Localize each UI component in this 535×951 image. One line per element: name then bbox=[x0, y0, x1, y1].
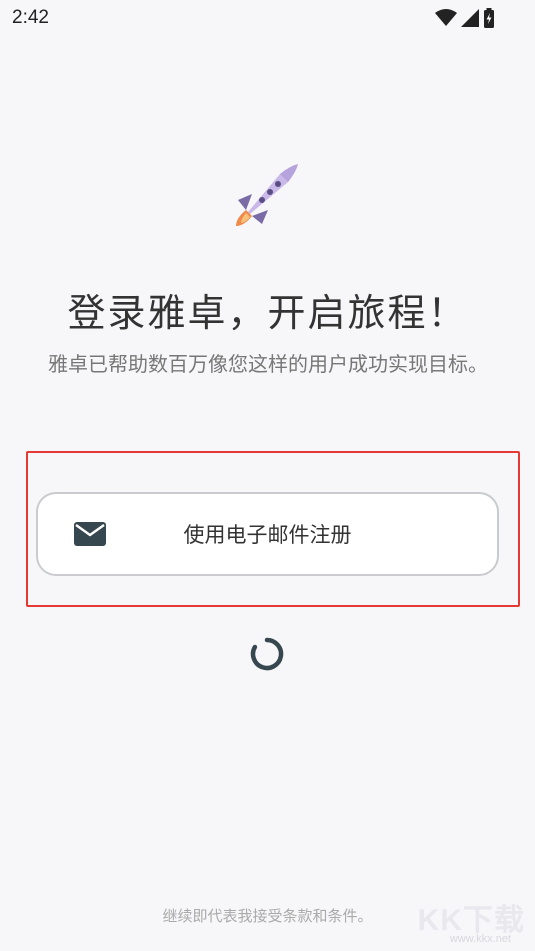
mail-icon bbox=[74, 522, 106, 546]
status-bar: 2:42 bbox=[0, 0, 535, 38]
headline: 登录雅卓，开启旅程！ bbox=[67, 291, 468, 335]
battery-charging-icon bbox=[484, 8, 494, 28]
subtitle: 雅卓已帮助数百万像您这样的用户成功实现目标。 bbox=[48, 352, 488, 376]
watermark: KK下载 www.kkx.net bbox=[405, 895, 525, 951]
email-signup-label: 使用电子邮件注册 bbox=[183, 523, 352, 547]
signup-screen: 2:42 登录雅卓，开启旅程！ 雅卓已帮助数百万像您这样的用户成功实现目标。 使… bbox=[0, 0, 535, 951]
rocket-icon bbox=[236, 164, 298, 226]
wifi-icon bbox=[435, 9, 457, 26]
email-signup-button[interactable]: 使用电子邮件注册 bbox=[36, 492, 499, 576]
status-icons bbox=[435, 8, 495, 28]
cellular-signal-icon bbox=[461, 9, 479, 27]
loading-spinner-icon bbox=[250, 637, 284, 671]
status-time: 2:42 bbox=[12, 7, 49, 28]
watermark-url: www.kkx.net bbox=[449, 933, 511, 945]
